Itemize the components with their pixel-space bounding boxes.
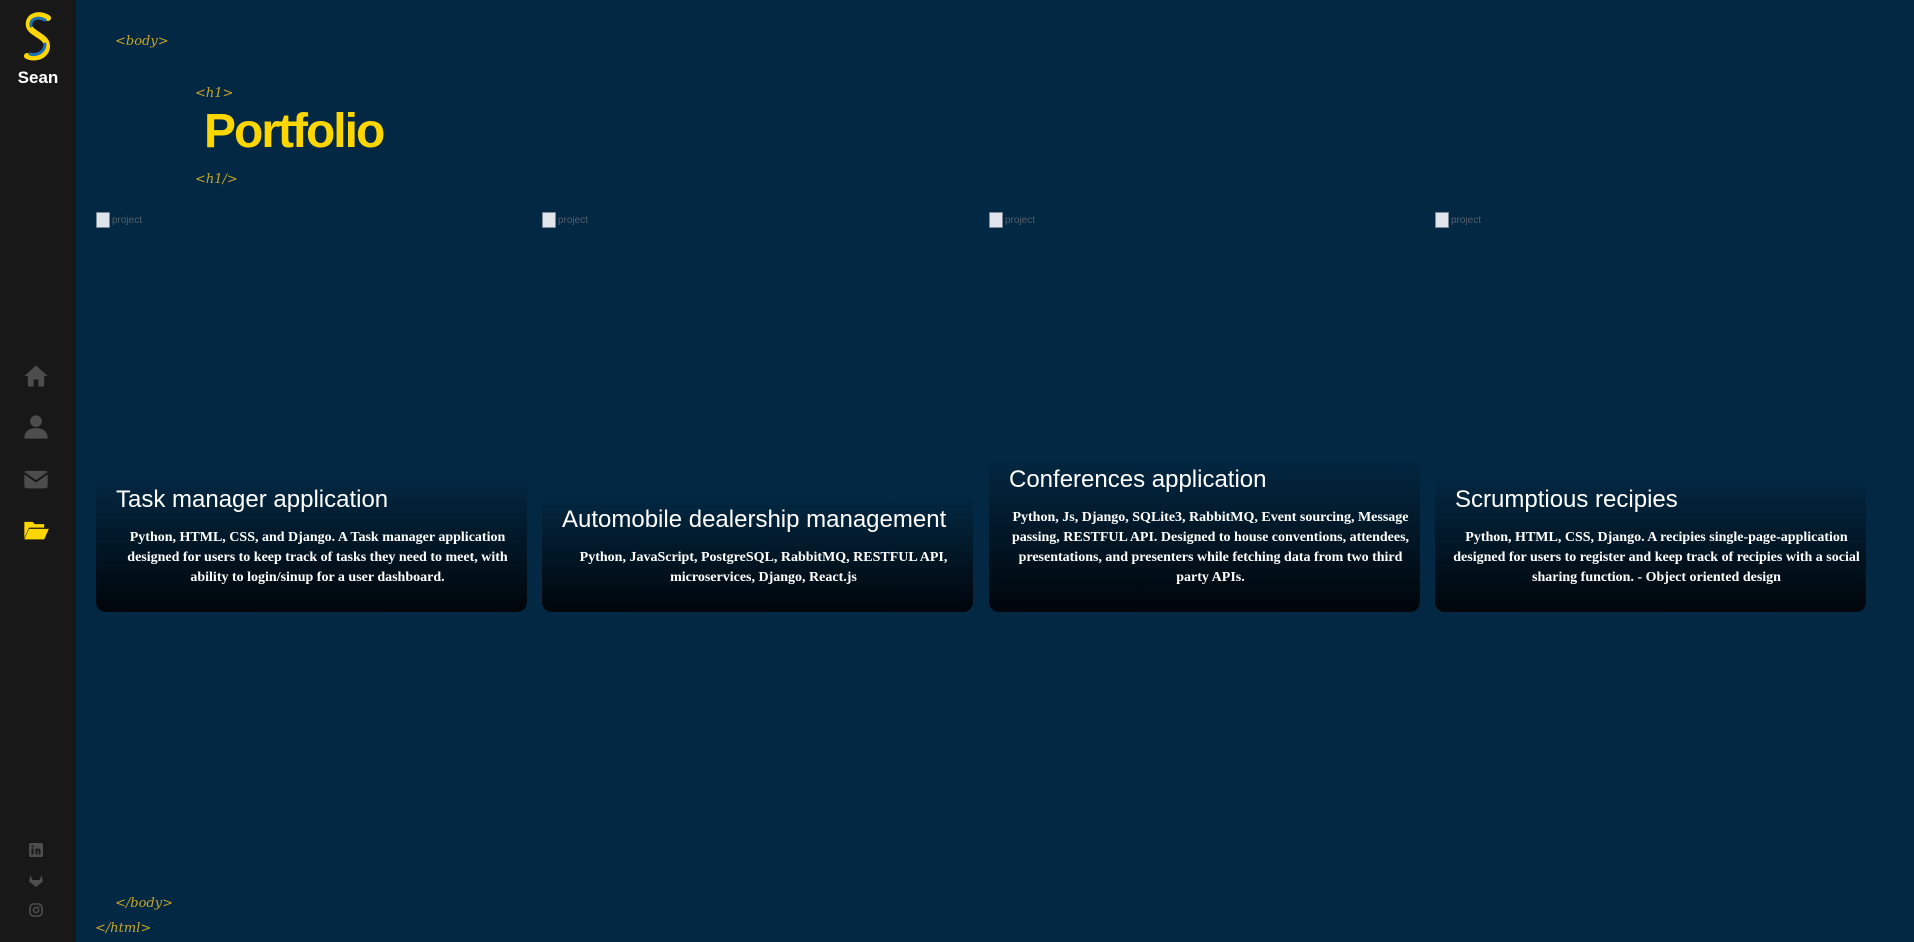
instagram-link[interactable] (28, 902, 44, 918)
project-title: Task manager application (116, 486, 389, 513)
broken-image-icon (542, 212, 556, 228)
nav-about-link[interactable] (22, 413, 50, 441)
project-content: Conferences application Python, Js, Djan… (989, 456, 1420, 612)
project-image-alt: project (558, 214, 589, 226)
home-icon (24, 365, 48, 387)
body-open-tag: <body> (115, 34, 169, 49)
logo-s-icon (24, 12, 51, 61)
broken-image-icon (96, 212, 110, 228)
h1-close-tag: <h1/> (195, 172, 238, 187)
project-image: project (989, 212, 1035, 228)
user-icon (24, 415, 48, 439)
project-content: Automobile dealership management Python,… (542, 496, 973, 612)
html-close-tag: </html> (95, 921, 152, 936)
envelope-icon (23, 470, 49, 489)
project-content: Scrumptious recipies Python, HTML, CSS, … (1435, 476, 1866, 612)
project-card[interactable]: project Task manager application Python,… (96, 212, 527, 612)
folder-open-icon (24, 521, 49, 540)
logo-name: Sean (17, 68, 59, 87)
project-card[interactable]: project Automobile dealership management… (542, 212, 973, 612)
logo-link[interactable]: Sean (0, 12, 76, 88)
nav-portfolio-link[interactable] (22, 516, 50, 544)
body-close-tag: </body> (115, 896, 173, 911)
project-image-alt: project (1451, 214, 1482, 226)
project-card[interactable]: project Scrumptious recipies Python, HTM… (1435, 212, 1866, 612)
project-description: Python, JavaScript, PostgreSQL, RabbitMQ… (579, 550, 948, 585)
project-title: Scrumptious recipies (1455, 486, 1678, 513)
project-image: project (96, 212, 142, 228)
project-image-alt: project (1005, 214, 1036, 226)
project-content: Task manager application Python, HTML, C… (96, 476, 527, 612)
project-description: Python, Js, Django, SQLite3, RabbitMQ, E… (1011, 510, 1410, 585)
gitlab-icon (29, 875, 43, 887)
linkedin-icon (29, 843, 43, 857)
broken-image-icon (1435, 212, 1449, 228)
project-image-alt: project (112, 214, 143, 226)
project-card[interactable]: project Conferences application Python, … (989, 212, 1420, 612)
nav-contact-link[interactable] (22, 465, 50, 493)
project-image: project (542, 212, 588, 228)
instagram-icon (29, 903, 43, 917)
project-title: Conferences application (1009, 466, 1267, 493)
project-image: project (1435, 212, 1481, 228)
nav-home-link[interactable] (22, 362, 50, 390)
project-description: Python, HTML, CSS, Django. A recipies si… (1453, 530, 1860, 585)
project-description: Python, HTML, CSS, and Django. A Task ma… (127, 530, 508, 585)
linkedin-link[interactable] (28, 842, 44, 858)
broken-image-icon (989, 212, 1003, 228)
h1-open-tag: <h1> (195, 86, 234, 101)
gitlab-link[interactable] (28, 872, 44, 888)
project-title: Automobile dealership management (562, 506, 947, 533)
sidebar: Sean (0, 0, 76, 942)
page-title: Portfolio (204, 105, 385, 158)
